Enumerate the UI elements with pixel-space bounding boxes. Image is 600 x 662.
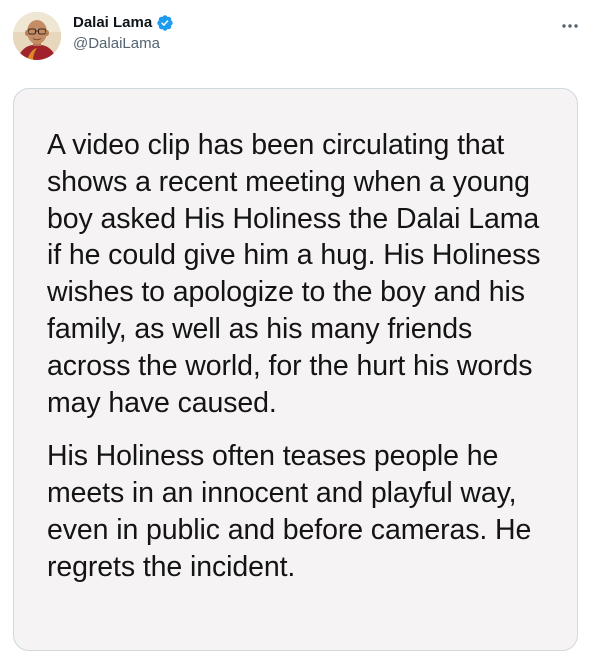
statement-text: A video clip has been circulating that s… [47,127,557,586]
author-names: Dalai Lama @DalaiLama [73,13,174,54]
verified-badge-icon[interactable] [156,14,174,32]
display-name[interactable]: Dalai Lama [73,13,152,33]
tweet-header: Dalai Lama @DalaiLama [0,0,600,80]
author-handle[interactable]: @DalaiLama [73,34,174,54]
avatar[interactable] [13,12,61,60]
statement-paragraph: His Holiness often teases people he meet… [47,440,532,583]
more-options-button[interactable] [556,16,584,36]
statement-paragraph: A video clip has been circulating that s… [47,129,541,419]
display-name-row: Dalai Lama [73,13,174,33]
avatar-photo-icon [13,12,61,60]
more-horizontal-icon [562,24,578,28]
tweet: Dalai Lama @DalaiLama A video clip has b… [0,0,600,662]
statement-image[interactable]: A video clip has been circulating that s… [13,88,578,651]
